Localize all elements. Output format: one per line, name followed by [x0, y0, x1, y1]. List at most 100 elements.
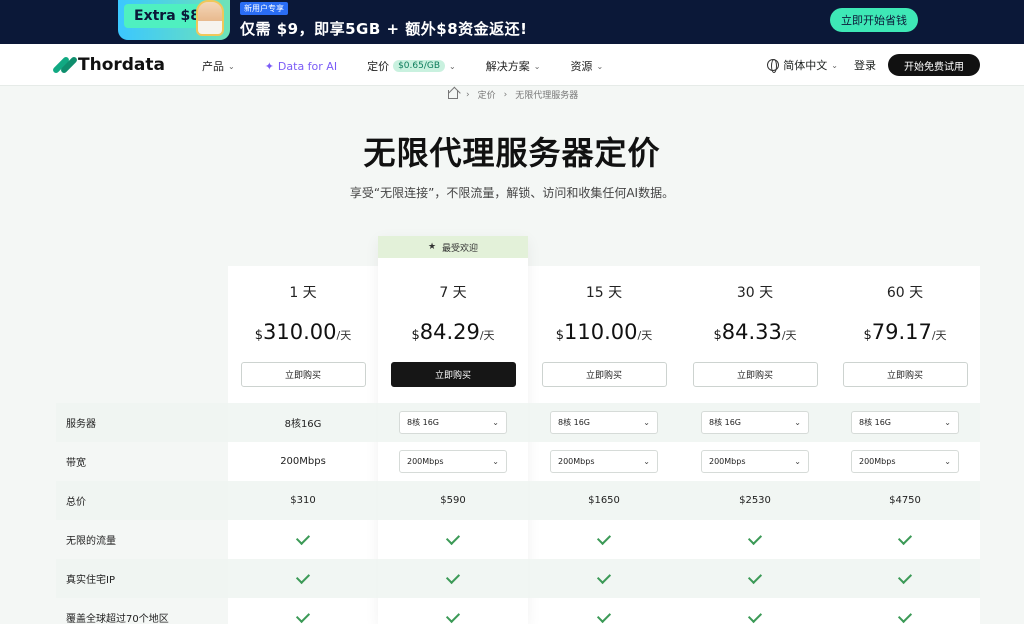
nav-item-label: 定价 [367, 60, 390, 73]
promo-cta-button[interactable]: 立即开始省钱 [830, 8, 918, 32]
check-icon [295, 530, 311, 546]
chevron-down-icon: ⌄ [492, 418, 499, 427]
bandwidth-select[interactable]: 200Mbps ⌄ [550, 450, 658, 473]
server-cell: 8核 16G ⌄ [830, 403, 980, 442]
promo-banner[interactable]: Extra $8 新用户专享 仅需 $9，即享5GB + 额外$8资金返还! 立… [0, 0, 1024, 44]
total-value: $1650 [588, 495, 620, 506]
check-icon [596, 569, 612, 585]
plan-card-30-days: 30 天 $84.33/天 立即购买 [680, 266, 830, 387]
nav-item-products[interactable]: 产品 ⌄ [202, 58, 235, 74]
buy-button[interactable]: 立即购买 [842, 362, 968, 387]
language-label: 简体中文 [783, 59, 828, 72]
plan-price: $84.29/天 [411, 320, 495, 344]
plan-card-1-day: 1 天 $310.00/天 立即购买 [228, 266, 378, 387]
select-value: 200Mbps [407, 457, 444, 466]
chevron-down-icon: ⌄ [533, 61, 541, 71]
chevron-down-icon: ⌄ [944, 457, 951, 466]
row-label: 总价 [66, 497, 86, 508]
page-subtitle: 享受“无限连接”，不限流量，解锁、访问和收集任何AI数据。 [349, 186, 675, 200]
bandwidth-select[interactable]: 200Mbps ⌄ [851, 450, 959, 473]
row-label: 真实住宅IP [66, 575, 115, 586]
server-select[interactable]: 8核 16G ⌄ [851, 411, 959, 434]
bandwidth-select[interactable]: 200Mbps ⌄ [701, 450, 809, 473]
home-icon[interactable] [448, 90, 458, 99]
nav-item-resources[interactable]: 资源 ⌄ [570, 58, 603, 74]
chevron-down-icon: ⌄ [643, 457, 650, 466]
nav-menu: 产品 ⌄ ✦ Data for AI 定价 $0.65/GB ⌄ 解决方案 ⌄ … [202, 58, 633, 74]
plan-duration: 60 天 [886, 285, 924, 301]
total-value: $4750 [889, 495, 921, 506]
page-title: 无限代理服务器定价 [363, 134, 661, 172]
total-value: $590 [440, 495, 466, 506]
plan-card-15-days: 15 天 $110.00/天 立即购买 [529, 266, 679, 387]
bandwidth-cell: 200Mbps ⌄ [680, 442, 830, 481]
login-link[interactable]: 登录 [854, 57, 876, 73]
price-badge: $0.65/GB [393, 60, 446, 72]
chevron-down-icon: ⌄ [944, 418, 951, 427]
table-row-bandwidth: 带宽 200Mbps 200Mbps ⌄ 200Mbps ⌄ 200Mbps ⌄ 20… [56, 442, 980, 481]
check-icon [295, 608, 311, 624]
total-value: $2530 [739, 495, 771, 506]
check-cell [830, 520, 980, 559]
check-cell [680, 598, 830, 624]
star-icon: ★ [427, 242, 437, 252]
bandwidth-cell: 200Mbps ⌄ [529, 442, 679, 481]
table-row-global-coverage: 覆盖全球超过70个地区 [56, 598, 980, 624]
chevron-down-icon: ⌄ [831, 60, 838, 70]
breadcrumb: › 定价 › 无限代理服务器 [448, 88, 578, 101]
select-value: 200Mbps [709, 457, 746, 466]
nav-item-solutions[interactable]: 解决方案 ⌄ [486, 58, 541, 74]
breadcrumb-item-pricing[interactable]: 定价 [478, 88, 496, 101]
bandwidth-cell: 200Mbps ⌄ [830, 442, 980, 481]
plan-price: $84.33/天 [713, 320, 797, 344]
buy-button[interactable]: 立即购买 [692, 362, 818, 387]
nav-item-pricing[interactable]: 定价 $0.65/GB ⌄ [367, 58, 456, 74]
chevron-right-icon: › [466, 89, 470, 100]
check-cell [830, 559, 980, 598]
top-nav: Thordata 产品 ⌄ ✦ Data for AI 定价 $0.65/GB … [0, 44, 1024, 86]
plan-duration: 15 天 [585, 285, 623, 301]
nav-item-label: 资源 [570, 60, 593, 73]
buy-button[interactable]: 立即购买 [390, 362, 516, 387]
row-label: 带宽 [66, 458, 86, 469]
server-cell: 8核 16G ⌄ [680, 403, 830, 442]
nav-item-data-for-ai[interactable]: ✦ Data for AI [265, 60, 337, 73]
table-row-unlimited-traffic: 无限的流量 [56, 520, 980, 559]
plan-card-7-days: 7 天 $84.29/天 立即购买 [378, 266, 528, 387]
total-value: $310 [290, 495, 316, 506]
bandwidth-select[interactable]: 200Mbps ⌄ [399, 450, 507, 473]
nav-item-label: 解决方案 [485, 60, 530, 73]
buy-button[interactable]: 立即购买 [541, 362, 667, 387]
chevron-down-icon: ⌄ [492, 457, 499, 466]
server-select[interactable]: 8核 16G ⌄ [701, 411, 809, 434]
server-select[interactable]: 8核 16G ⌄ [550, 411, 658, 434]
chevron-down-icon: ⌄ [794, 457, 801, 466]
chevron-down-icon: ⌄ [596, 61, 604, 71]
server-cell: 8核 16G ⌄ [378, 403, 528, 442]
popular-tag-label: 最受欢迎 [442, 243, 479, 254]
bandwidth-cell: 200Mbps ⌄ [378, 442, 528, 481]
language-selector[interactable]: 简体中文 ⌄ [767, 57, 838, 73]
logo[interactable]: Thordata [51, 55, 165, 75]
table-row-total: 总价 $310 $590 $1650 $2530 $4750 [56, 481, 980, 520]
check-icon [747, 530, 763, 546]
globe-icon [767, 59, 780, 73]
check-icon [596, 608, 612, 624]
chevron-down-icon: ⌄ [449, 61, 456, 71]
sparkle-icon: ✦ [264, 59, 274, 73]
chevron-down-icon: ⌄ [643, 418, 650, 427]
check-icon [747, 569, 763, 585]
popular-tag: ★ 最受欢迎 [378, 236, 528, 258]
plan-duration: 7 天 [439, 285, 467, 301]
logo-icon [51, 55, 79, 75]
table-row-server: 服务器 8核16G 8核 16G ⌄ 8核 16G ⌄ 8核 16G ⌄ 8核 16G… [56, 403, 980, 442]
server-select[interactable]: 8核 16G ⌄ [399, 411, 507, 434]
buy-button[interactable]: 立即购买 [240, 362, 366, 387]
check-icon [897, 569, 913, 585]
free-trial-button[interactable]: 开始免费试用 [888, 54, 980, 76]
breadcrumb-item-current: 无限代理服务器 [515, 91, 579, 101]
plan-card-60-days: 60 天 $79.17/天 立即购买 [830, 266, 980, 387]
select-value: 8核 16G [407, 418, 440, 427]
promo-avatar [196, 0, 224, 36]
bandwidth-value: 200Mbps [280, 456, 326, 467]
